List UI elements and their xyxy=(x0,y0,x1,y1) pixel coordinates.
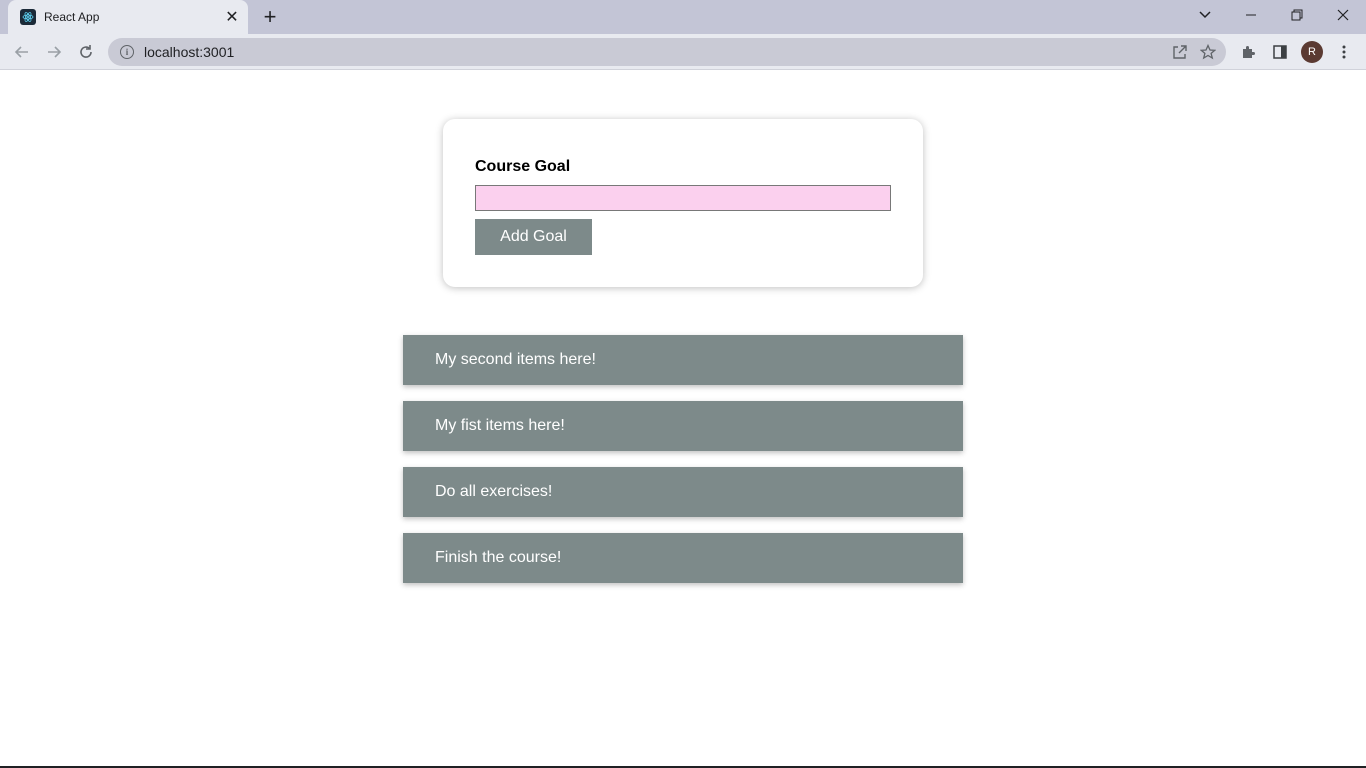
address-bar[interactable]: i localhost:3001 xyxy=(108,38,1226,66)
side-panel-icon[interactable] xyxy=(1266,38,1294,66)
goal-item[interactable]: My second items here! xyxy=(403,335,963,385)
new-tab-icon[interactable]: + xyxy=(258,4,282,29)
goal-item[interactable]: Do all exercises! xyxy=(403,467,963,517)
reload-icon[interactable] xyxy=(72,38,100,66)
browser-tab[interactable]: React App ✕ xyxy=(8,0,248,34)
tab-strip: React App ✕ + xyxy=(0,0,1366,34)
browser-toolbar: i localhost:3001 xyxy=(0,34,1366,70)
tab-search-chevron-icon[interactable] xyxy=(1182,0,1228,30)
restore-icon[interactable] xyxy=(1274,0,1320,30)
react-favicon-icon xyxy=(20,9,36,25)
forward-arrow-icon[interactable] xyxy=(40,38,68,66)
goal-item[interactable]: Finish the course! xyxy=(403,533,963,583)
course-goal-label: Course Goal xyxy=(475,158,571,175)
goal-list: My second items here! My fist items here… xyxy=(403,335,963,599)
share-icon[interactable] xyxy=(1166,38,1194,66)
site-info-icon[interactable]: i xyxy=(120,45,134,59)
extensions-puzzle-icon[interactable] xyxy=(1234,38,1262,66)
goal-item[interactable]: My fist items here! xyxy=(403,401,963,451)
add-goal-button[interactable]: Add Goal xyxy=(475,219,592,255)
profile-avatar[interactable]: R xyxy=(1301,41,1323,63)
bookmark-star-icon[interactable] xyxy=(1194,38,1222,66)
more-menu-icon[interactable] xyxy=(1330,38,1358,66)
goal-form-card: Course Goal Add Goal xyxy=(443,119,923,287)
minimize-icon[interactable] xyxy=(1228,0,1274,30)
page-content: Course Goal Add Goal My second items her… xyxy=(0,71,1366,766)
url-text: localhost:3001 xyxy=(144,44,235,60)
close-tab-icon[interactable]: ✕ xyxy=(222,7,242,27)
tab-title: React App xyxy=(44,10,100,24)
course-goal-input[interactable] xyxy=(475,185,891,211)
back-arrow-icon[interactable] xyxy=(8,38,36,66)
close-window-icon[interactable] xyxy=(1320,0,1366,30)
